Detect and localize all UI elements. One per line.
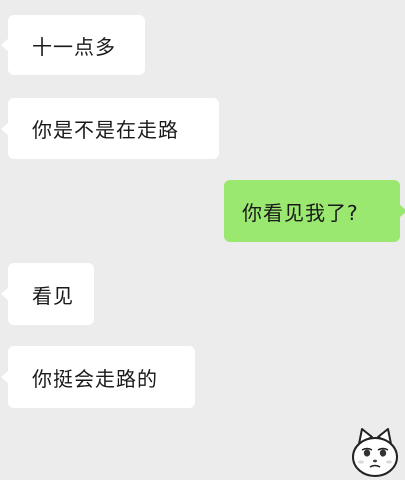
message-text: 十一点多 (32, 34, 116, 59)
incoming-message-bubble[interactable]: 你挺会走路的 (1, 346, 195, 408)
incoming-message-bubble[interactable]: 你是不是在走路 (1, 98, 219, 159)
chat-conversation: 十一点多 你是不是在走路 你看见我了? 看见 你挺会走路的 (0, 0, 405, 480)
message-text: 看见 (32, 283, 74, 308)
message-text: 你看见我了? (242, 200, 359, 225)
message-text: 你是不是在走路 (32, 118, 179, 142)
cat-face-sticker-icon (352, 428, 398, 477)
incoming-message-bubble[interactable]: 十一点多 (1, 15, 145, 75)
outgoing-message-bubble[interactable]: 你看见我了? (224, 180, 405, 242)
message-text: 你挺会走路的 (32, 366, 158, 391)
incoming-message-bubble[interactable]: 看见 (1, 263, 94, 325)
